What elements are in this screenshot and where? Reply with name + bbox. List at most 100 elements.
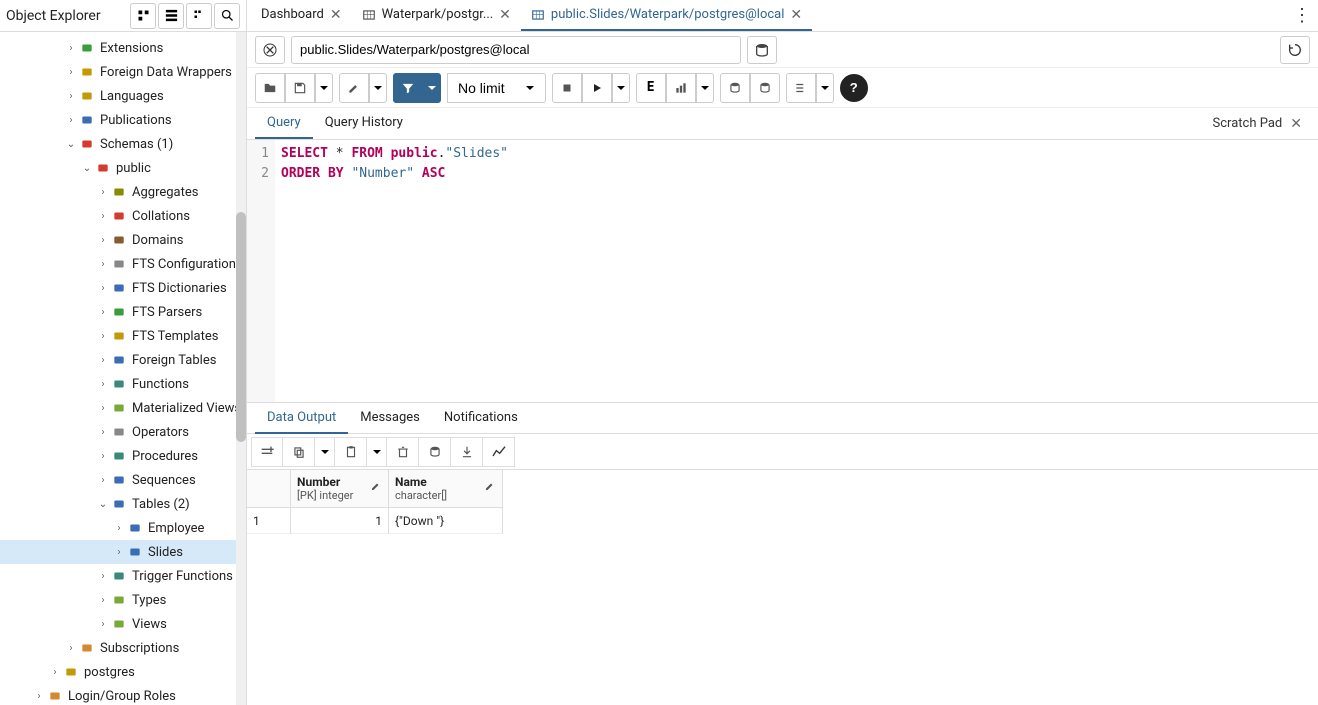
- connection-db-icon[interactable]: [747, 36, 777, 64]
- chevron-right-icon[interactable]: ›: [96, 355, 110, 366]
- paste-icon[interactable]: [335, 437, 367, 467]
- result-grid[interactable]: 1 Number [PK] integer 1 Name character[]: [247, 470, 1318, 534]
- tab-query[interactable]: Query: [255, 108, 313, 139]
- tree-item-slides[interactable]: ›Slides: [0, 540, 246, 564]
- edit-icon[interactable]: [339, 73, 369, 103]
- pencil-icon[interactable]: [370, 480, 382, 496]
- view-data-icon[interactable]: [158, 3, 184, 29]
- macros-icon[interactable]: [786, 73, 816, 103]
- copy-dropdown-icon[interactable]: [315, 437, 335, 467]
- tree-item-tables-2-[interactable]: ⌄Tables (2): [0, 492, 246, 516]
- tree-item-foreign-tables[interactable]: ›Foreign Tables: [0, 348, 246, 372]
- explain-analyze-icon[interactable]: [666, 73, 696, 103]
- tree-item-schemas-1-[interactable]: ⌄Schemas (1): [0, 132, 246, 156]
- chevron-right-icon[interactable]: ›: [32, 691, 46, 702]
- chevron-right-icon[interactable]: ›: [96, 571, 110, 582]
- chevron-down-icon[interactable]: ⌄: [96, 499, 110, 510]
- tree-item-functions[interactable]: ›Functions: [0, 372, 246, 396]
- save-dropdown-icon[interactable]: [315, 73, 333, 103]
- connection-path-input[interactable]: [291, 36, 741, 64]
- tree-item-collations[interactable]: ›Collations: [0, 204, 246, 228]
- tree-item-procedures[interactable]: ›Procedures: [0, 444, 246, 468]
- tree-item-domains[interactable]: ›Domains: [0, 228, 246, 252]
- save-file-icon[interactable]: [285, 73, 315, 103]
- chevron-right-icon[interactable]: ›: [112, 547, 126, 558]
- filter-icon[interactable]: [393, 73, 423, 103]
- tab-notifications[interactable]: Notifications: [432, 403, 530, 434]
- tab-messages[interactable]: Messages: [348, 403, 432, 434]
- object-tree[interactable]: ›Extensions›Foreign Data Wrappers›Langua…: [0, 32, 246, 705]
- grid-column-header[interactable]: Number [PK] integer: [291, 470, 388, 508]
- kebab-menu-icon[interactable]: ⋮: [1290, 5, 1314, 26]
- chevron-right-icon[interactable]: ›: [64, 67, 78, 78]
- reset-layout-icon[interactable]: [1280, 36, 1310, 64]
- grid-cell[interactable]: {"Down "}: [389, 508, 502, 534]
- chevron-right-icon[interactable]: ›: [96, 235, 110, 246]
- explain-dropdown-icon[interactable]: [696, 73, 714, 103]
- grid-cell[interactable]: 1: [291, 508, 388, 534]
- chevron-right-icon[interactable]: ›: [96, 451, 110, 462]
- tree-item-login-group-roles[interactable]: ›Login/Group Roles: [0, 684, 246, 705]
- pencil-icon[interactable]: [484, 480, 496, 496]
- chevron-right-icon[interactable]: ›: [96, 259, 110, 270]
- open-file-icon[interactable]: [255, 73, 285, 103]
- connection-status-icon[interactable]: [255, 36, 285, 64]
- macros-dropdown-icon[interactable]: [816, 73, 834, 103]
- chevron-down-icon[interactable]: ⌄: [80, 163, 94, 174]
- grid-row-number[interactable]: 1: [247, 508, 290, 534]
- help-icon[interactable]: ?: [840, 74, 868, 102]
- tree-item-public[interactable]: ⌄public: [0, 156, 246, 180]
- chevron-right-icon[interactable]: ›: [96, 403, 110, 414]
- chevron-right-icon[interactable]: ›: [48, 667, 62, 678]
- chevron-right-icon[interactable]: ›: [96, 379, 110, 390]
- tree-scrollbar-thumb[interactable]: [236, 212, 246, 442]
- chevron-right-icon[interactable]: ›: [96, 595, 110, 606]
- tree-item-aggregates[interactable]: ›Aggregates: [0, 180, 246, 204]
- tree-item-operators[interactable]: ›Operators: [0, 420, 246, 444]
- chevron-right-icon[interactable]: ›: [96, 187, 110, 198]
- chevron-right-icon[interactable]: ›: [64, 91, 78, 102]
- main-tab[interactable]: Waterpark/postgr...✕: [352, 0, 521, 31]
- chevron-right-icon[interactable]: ›: [96, 283, 110, 294]
- close-icon[interactable]: ✕: [1290, 116, 1302, 132]
- rollback-icon[interactable]: [750, 73, 780, 103]
- stop-icon[interactable]: [552, 73, 582, 103]
- copy-icon[interactable]: [283, 437, 315, 467]
- tree-item-fts-parsers[interactable]: ›FTS Parsers: [0, 300, 246, 324]
- graph-icon[interactable]: [483, 437, 515, 467]
- tree-item-fts-dictionaries[interactable]: ›FTS Dictionaries: [0, 276, 246, 300]
- tree-item-postgres[interactable]: ›postgres: [0, 660, 246, 684]
- query-tool-icon[interactable]: [130, 3, 156, 29]
- close-icon[interactable]: ✕: [499, 7, 511, 23]
- tab-scratch-pad[interactable]: Scratch Pad✕: [1205, 116, 1310, 132]
- chevron-right-icon[interactable]: ›: [112, 523, 126, 534]
- tree-item-languages[interactable]: ›Languages: [0, 84, 246, 108]
- close-icon[interactable]: ✕: [330, 7, 342, 23]
- main-tab[interactable]: Dashboard✕: [251, 0, 352, 31]
- grid-column-header[interactable]: Name character[]: [389, 470, 502, 508]
- chevron-right-icon[interactable]: ›: [64, 43, 78, 54]
- delete-row-icon[interactable]: [387, 437, 419, 467]
- tree-item-extensions[interactable]: ›Extensions: [0, 36, 246, 60]
- tree-item-views[interactable]: ›Views: [0, 612, 246, 636]
- chevron-right-icon[interactable]: ›: [96, 475, 110, 486]
- commit-icon[interactable]: [720, 73, 750, 103]
- chevron-down-icon[interactable]: ⌄: [64, 139, 78, 150]
- tree-item-materialized-views[interactable]: ›Materialized Views: [0, 396, 246, 420]
- tree-item-fts-configurations[interactable]: ›FTS Configurations: [0, 252, 246, 276]
- chevron-right-icon[interactable]: ›: [96, 331, 110, 342]
- tree-item-foreign-data-wrappers[interactable]: ›Foreign Data Wrappers: [0, 60, 246, 84]
- tree-item-publications[interactable]: ›Publications: [0, 108, 246, 132]
- tree-scrollbar[interactable]: [236, 32, 246, 705]
- edit-dropdown-icon[interactable]: [369, 73, 387, 103]
- chevron-right-icon[interactable]: ›: [96, 307, 110, 318]
- filter-tree-icon[interactable]: [186, 3, 212, 29]
- chevron-right-icon[interactable]: ›: [96, 427, 110, 438]
- tab-data-output[interactable]: Data Output: [255, 403, 348, 434]
- paste-dropdown-icon[interactable]: [367, 437, 387, 467]
- tree-item-trigger-functions[interactable]: ›Trigger Functions: [0, 564, 246, 588]
- execute-dropdown-icon[interactable]: [612, 73, 630, 103]
- chevron-right-icon[interactable]: ›: [96, 211, 110, 222]
- sql-editor[interactable]: 12 SELECT * FROM public."Slides"ORDER BY…: [247, 140, 1318, 402]
- tree-item-fts-templates[interactable]: ›FTS Templates: [0, 324, 246, 348]
